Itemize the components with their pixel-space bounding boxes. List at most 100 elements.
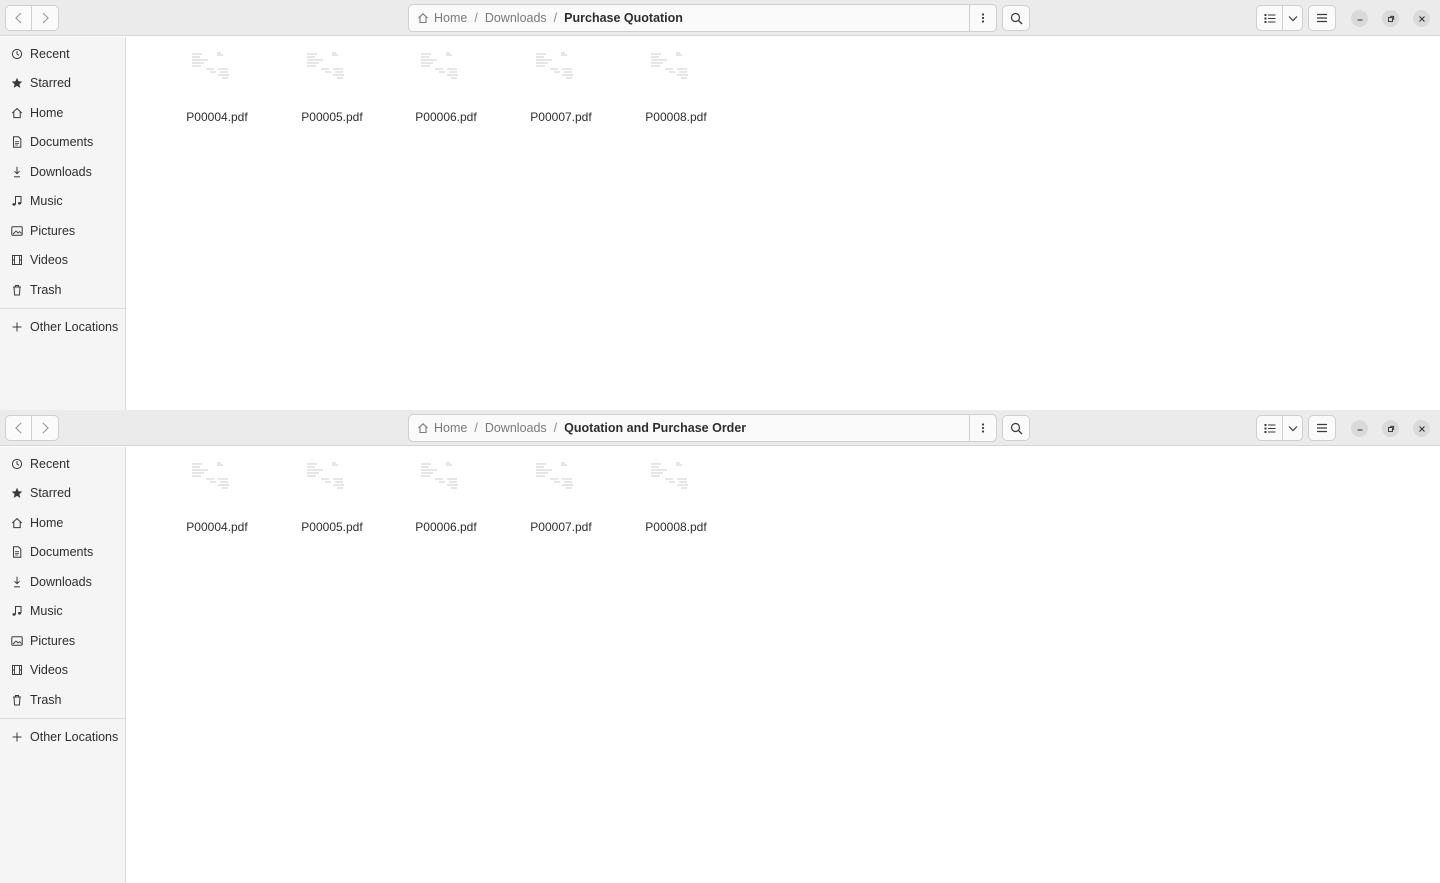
clock-icon bbox=[11, 458, 23, 470]
sidebar-item-downloads[interactable]: Downloads bbox=[0, 569, 125, 595]
sidebar-item-pictures[interactable]: Pictures bbox=[0, 218, 125, 244]
chevron-down-icon bbox=[1288, 425, 1297, 431]
path-menu-button[interactable] bbox=[969, 4, 997, 32]
minimize-icon bbox=[1357, 19, 1362, 20]
sidebar-item-recent[interactable]: Recent bbox=[0, 41, 125, 67]
file-item[interactable]: P00006.pdf bbox=[384, 37, 484, 127]
breadcrumb-downloads[interactable]: Downloads bbox=[485, 421, 547, 435]
sidebar-item-recent[interactable]: Recent bbox=[0, 451, 125, 477]
file-name: P00007.pdf bbox=[530, 520, 592, 534]
sidebar-divider bbox=[0, 718, 125, 719]
pdf-thumbnail bbox=[651, 52, 688, 79]
breadcrumb-home-label: Home bbox=[434, 11, 468, 25]
sidebar-item-downloads[interactable]: Downloads bbox=[0, 159, 125, 185]
path-bar[interactable]: Home / Downloads / Purchase Quotation bbox=[408, 4, 970, 32]
file-name: P00006.pdf bbox=[415, 520, 477, 534]
file-item[interactable]: P00004.pdf bbox=[155, 447, 255, 537]
close-button[interactable] bbox=[1413, 420, 1430, 437]
sidebar-item-home[interactable]: Home bbox=[0, 510, 125, 536]
main-menu-button[interactable] bbox=[1308, 415, 1336, 441]
sidebar-item-label: Documents bbox=[30, 545, 94, 559]
sidebar-item-starred[interactable]: Starred bbox=[0, 480, 125, 506]
sidebar: Recent Starred Home Documents Downloads … bbox=[0, 37, 126, 410]
file-item[interactable]: P00007.pdf bbox=[499, 447, 599, 537]
sidebar-item-label: Documents bbox=[30, 135, 94, 149]
sidebar-item-videos[interactable]: Videos bbox=[0, 657, 125, 683]
sidebar-item-music[interactable]: Music bbox=[0, 188, 125, 214]
sidebar-item-pictures[interactable]: Pictures bbox=[0, 628, 125, 654]
sidebar-item-home[interactable]: Home bbox=[0, 100, 125, 126]
search-button[interactable] bbox=[1002, 415, 1030, 441]
plus-icon bbox=[11, 731, 23, 743]
breadcrumb-current[interactable]: Purchase Quotation bbox=[564, 11, 683, 25]
sidebar-item-documents[interactable]: Documents bbox=[0, 539, 125, 565]
videos-icon bbox=[11, 254, 23, 266]
main-menu-button[interactable] bbox=[1308, 5, 1336, 31]
videos-icon bbox=[11, 664, 23, 676]
minimize-button[interactable] bbox=[1351, 420, 1368, 437]
sidebar-item-trash[interactable]: Trash bbox=[0, 277, 125, 303]
star-icon bbox=[11, 487, 23, 499]
view-options-button[interactable] bbox=[1282, 5, 1303, 31]
sidebar-item-label: Pictures bbox=[30, 634, 76, 648]
trash-icon bbox=[11, 694, 23, 706]
close-button[interactable] bbox=[1413, 10, 1430, 27]
pdf-thumbnail bbox=[192, 462, 229, 489]
minimize-button[interactable] bbox=[1351, 10, 1368, 27]
restore-button[interactable] bbox=[1382, 420, 1399, 437]
back-button[interactable] bbox=[5, 5, 32, 31]
forward-button[interactable] bbox=[31, 5, 59, 31]
breadcrumb-home[interactable]: Home bbox=[417, 421, 467, 435]
sidebar-item-trash[interactable]: Trash bbox=[0, 687, 125, 713]
file-item[interactable]: P00005.pdf bbox=[270, 447, 370, 537]
file-manager-window-bottom: Home / Downloads / Quotation and Purchas… bbox=[0, 410, 1440, 883]
list-view-button[interactable] bbox=[1256, 415, 1283, 441]
sidebar-item-other-locations[interactable]: Other Locations bbox=[0, 314, 125, 340]
search-button[interactable] bbox=[1002, 5, 1030, 31]
sidebar-item-label: Downloads bbox=[30, 165, 92, 179]
file-item[interactable]: P00005.pdf bbox=[270, 37, 370, 127]
breadcrumb-home[interactable]: Home bbox=[417, 11, 467, 25]
sidebar-item-music[interactable]: Music bbox=[0, 598, 125, 624]
file-manager-window-top: Home / Downloads / Purchase Quotation Re… bbox=[0, 0, 1440, 410]
breadcrumb-separator: / bbox=[553, 11, 558, 25]
file-item[interactable]: P00008.pdf bbox=[614, 37, 714, 127]
back-button[interactable] bbox=[5, 415, 32, 441]
download-icon bbox=[11, 576, 23, 588]
search-icon bbox=[1010, 12, 1022, 24]
breadcrumb-separator: / bbox=[474, 421, 478, 435]
pdf-thumbnail bbox=[307, 52, 344, 79]
file-view[interactable]: P00004.pdf P00005.pdf P00006.pdf P00007.… bbox=[126, 37, 1440, 410]
path-bar[interactable]: Home / Downloads / Quotation and Purchas… bbox=[408, 414, 970, 442]
file-view[interactable]: P00004.pdf P00005.pdf P00006.pdf P00007.… bbox=[126, 447, 1440, 883]
sidebar-item-starred[interactable]: Starred bbox=[0, 70, 125, 96]
sidebar-item-label: Home bbox=[30, 516, 64, 530]
breadcrumb-home-label: Home bbox=[434, 421, 468, 435]
restore-button[interactable] bbox=[1382, 10, 1399, 27]
pictures-icon bbox=[11, 225, 23, 237]
sidebar-item-label: Pictures bbox=[30, 224, 76, 238]
view-options-button[interactable] bbox=[1282, 415, 1303, 441]
sidebar-item-label: Other Locations bbox=[30, 320, 119, 334]
breadcrumb-separator: / bbox=[553, 421, 558, 435]
pdf-thumbnail bbox=[536, 462, 573, 489]
forward-button[interactable] bbox=[31, 415, 59, 441]
list-view-button[interactable] bbox=[1256, 5, 1283, 31]
search-icon bbox=[1010, 422, 1022, 434]
file-item[interactable]: P00008.pdf bbox=[614, 447, 714, 537]
sidebar: Recent Starred Home Documents Downloads … bbox=[0, 447, 126, 883]
sidebar-item-label: Trash bbox=[30, 693, 62, 707]
sidebar-item-label: Music bbox=[30, 194, 63, 208]
sidebar-item-documents[interactable]: Documents bbox=[0, 129, 125, 155]
clock-icon bbox=[11, 48, 23, 60]
sidebar-item-videos[interactable]: Videos bbox=[0, 247, 125, 273]
file-item[interactable]: P00004.pdf bbox=[155, 37, 255, 127]
breadcrumb-downloads[interactable]: Downloads bbox=[485, 11, 547, 25]
file-item[interactable]: P00007.pdf bbox=[499, 37, 599, 127]
sidebar-item-label: Starred bbox=[30, 486, 71, 500]
minimize-icon bbox=[1357, 429, 1362, 430]
file-item[interactable]: P00006.pdf bbox=[384, 447, 484, 537]
path-menu-button[interactable] bbox=[969, 414, 997, 442]
breadcrumb-current[interactable]: Quotation and Purchase Order bbox=[564, 421, 746, 435]
sidebar-item-other-locations[interactable]: Other Locations bbox=[0, 724, 125, 750]
